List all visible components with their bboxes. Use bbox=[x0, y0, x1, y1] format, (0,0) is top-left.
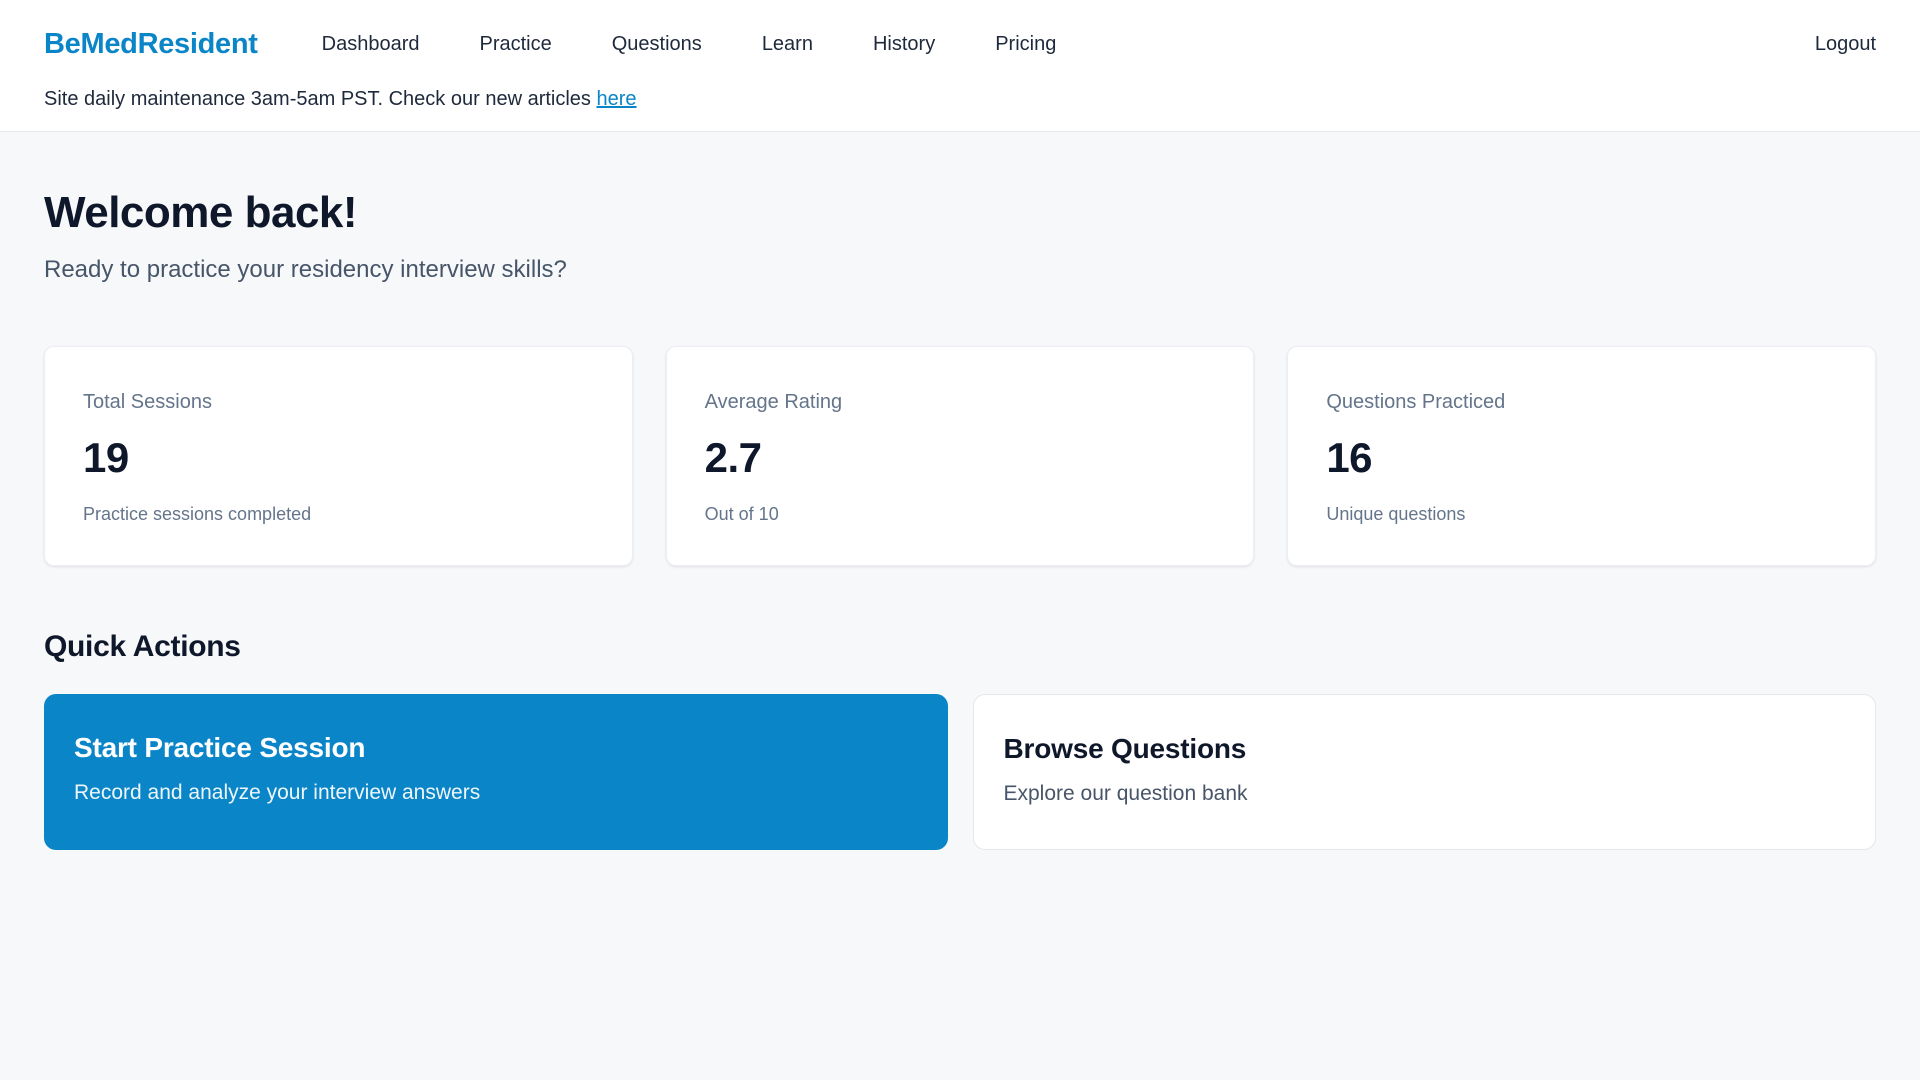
stat-label: Total Sessions bbox=[83, 391, 594, 414]
nav-item-practice[interactable]: Practice bbox=[480, 33, 552, 56]
stat-subtext: Out of 10 bbox=[705, 504, 1216, 525]
stat-subtext: Unique questions bbox=[1326, 504, 1837, 525]
stat-label: Questions Practiced bbox=[1326, 391, 1837, 414]
maintenance-notice-text: Site daily maintenance 3am-5am PST. Chec… bbox=[44, 88, 596, 110]
maintenance-notice-bar: Site daily maintenance 3am-5am PST. Chec… bbox=[0, 88, 1920, 132]
nav-item-history[interactable]: History bbox=[873, 33, 935, 56]
action-title: Browse Questions bbox=[1004, 733, 1840, 765]
quick-actions-grid: Start Practice Session Record and analyz… bbox=[44, 694, 1876, 850]
browse-questions-button[interactable]: Browse Questions Explore our question ba… bbox=[973, 694, 1877, 850]
main-nav: Dashboard Practice Questions Learn Histo… bbox=[322, 33, 1057, 56]
start-practice-session-button[interactable]: Start Practice Session Record and analyz… bbox=[44, 694, 948, 850]
action-subtext: Record and analyze your interview answer… bbox=[74, 781, 912, 805]
stat-subtext: Practice sessions completed bbox=[83, 504, 594, 525]
stats-grid: Total Sessions 19 Practice sessions comp… bbox=[44, 346, 1876, 566]
stat-card-total-sessions: Total Sessions 19 Practice sessions comp… bbox=[44, 346, 633, 566]
stat-value: 16 bbox=[1326, 434, 1837, 482]
action-title: Start Practice Session bbox=[74, 732, 912, 764]
stat-card-questions-practiced: Questions Practiced 16 Unique questions bbox=[1287, 346, 1876, 566]
stat-value: 19 bbox=[83, 434, 594, 482]
action-subtext: Explore our question bank bbox=[1004, 782, 1840, 806]
page-title: Welcome back! bbox=[44, 188, 1876, 238]
quick-actions-heading: Quick Actions bbox=[44, 630, 1876, 664]
nav-item-pricing[interactable]: Pricing bbox=[995, 33, 1056, 56]
articles-link[interactable]: here bbox=[596, 88, 636, 110]
nav-item-dashboard[interactable]: Dashboard bbox=[322, 33, 420, 56]
stat-value: 2.7 bbox=[705, 434, 1216, 482]
brand-logo[interactable]: BeMedResident bbox=[44, 28, 258, 61]
nav-item-learn[interactable]: Learn bbox=[762, 33, 813, 56]
top-navigation-bar: BeMedResident Dashboard Practice Questio… bbox=[0, 0, 1920, 88]
page-subtitle: Ready to practice your residency intervi… bbox=[44, 256, 1876, 284]
stat-card-average-rating: Average Rating 2.7 Out of 10 bbox=[666, 346, 1255, 566]
stat-label: Average Rating bbox=[705, 391, 1216, 414]
nav-item-questions[interactable]: Questions bbox=[612, 33, 702, 56]
logout-button[interactable]: Logout bbox=[1815, 33, 1876, 56]
main-content: Welcome back! Ready to practice your res… bbox=[0, 132, 1920, 892]
